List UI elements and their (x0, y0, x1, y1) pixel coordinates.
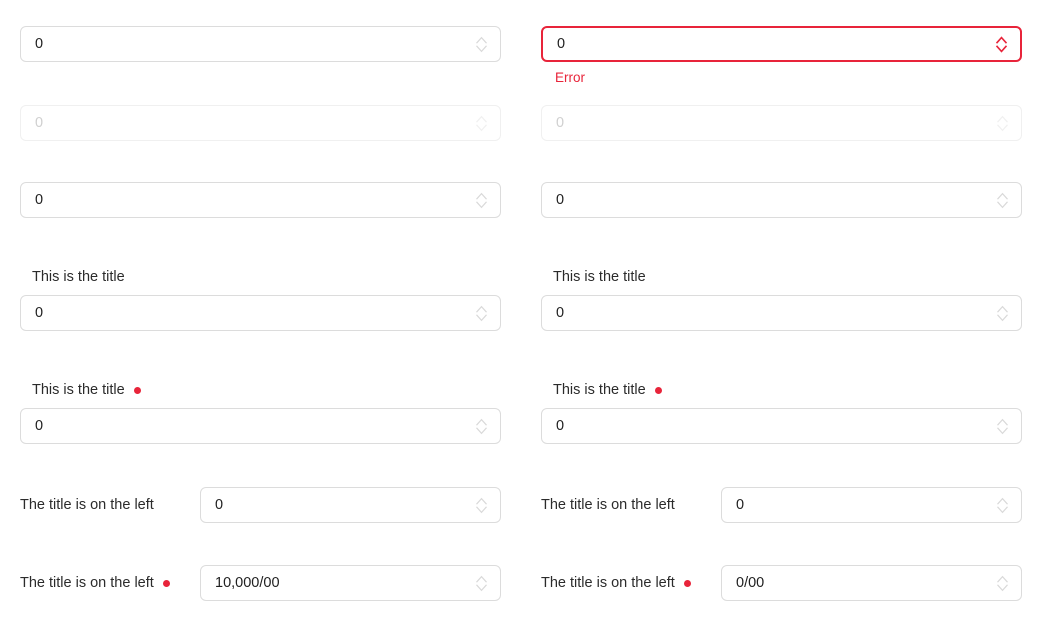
inline-field-row: The title is on the left (541, 565, 1022, 601)
number-stepper-icon (994, 113, 1010, 133)
number-input-value[interactable] (542, 296, 1021, 330)
column-right: This is the title (521, 268, 1042, 331)
inline-field-row: The title is on the left (20, 487, 501, 523)
row-inline-required: The title is on the left 10,000/00 The t… (0, 565, 1043, 601)
column-right (521, 182, 1042, 218)
inline-field-control (200, 487, 501, 523)
field-title: This is the title (20, 268, 501, 286)
column-left: The title is on the left (0, 565, 521, 601)
column-right: Error (521, 26, 1042, 86)
number-stepper-icon[interactable] (473, 416, 489, 436)
row-titled: This is the title This is the title (0, 268, 1043, 331)
row-plain (0, 182, 1043, 218)
number-stepper-icon[interactable] (994, 495, 1010, 515)
inline-field-label: The title is on the left (20, 496, 200, 514)
number-input-value[interactable] (21, 27, 500, 61)
number-input-value[interactable] (722, 566, 1021, 600)
number-input-inline-required-left[interactable] (200, 565, 501, 601)
number-stepper-icon[interactable] (473, 495, 489, 515)
number-input-value (542, 106, 1021, 140)
number-input-disabled-right (541, 105, 1022, 141)
number-input-showcase: Error (0, 0, 1043, 633)
error-message: Error (555, 70, 585, 85)
row-titled-required: This is the title This is the title (0, 381, 1043, 444)
number-input-value[interactable] (543, 28, 1020, 60)
number-input-value[interactable] (21, 183, 500, 217)
column-left: This is the title (0, 268, 521, 331)
required-indicator-icon (133, 386, 141, 394)
inline-field-label-text: The title is on the left (20, 575, 154, 591)
inline-field-label: The title is on the left (541, 574, 721, 592)
number-input-default-left[interactable] (20, 26, 501, 62)
column-right: The title is on the left (521, 487, 1042, 523)
number-stepper-icon[interactable] (994, 190, 1010, 210)
inline-field-row: The title is on the left (541, 487, 1022, 523)
column-left (0, 105, 521, 141)
field-title-text: This is the title (553, 269, 646, 285)
number-input-value[interactable] (201, 566, 500, 600)
number-stepper-icon (473, 113, 489, 133)
field-title-text: This is the title (32, 269, 125, 285)
inline-field-label: The title is on the left (20, 574, 200, 592)
inline-field-control (721, 487, 1022, 523)
number-input-plain-left[interactable] (20, 182, 501, 218)
field-title: This is the title (541, 381, 1022, 399)
number-input-titled-right[interactable] (541, 295, 1022, 331)
inline-field-control (200, 565, 501, 601)
column-left (0, 26, 521, 86)
number-input-value[interactable] (542, 183, 1021, 217)
inline-field-label: The title is on the left (541, 496, 721, 514)
column-right: This is the title (521, 381, 1042, 444)
required-indicator-icon (654, 386, 662, 394)
number-input-titled-left[interactable] (20, 295, 501, 331)
field-title-text: This is the title (32, 382, 125, 398)
number-stepper-icon[interactable] (473, 34, 489, 54)
number-stepper-icon[interactable] (473, 190, 489, 210)
column-left: This is the title (0, 381, 521, 444)
column-left: The title is on the left (0, 487, 521, 523)
number-stepper-icon[interactable] (994, 573, 1010, 593)
number-input-required-left[interactable] (20, 408, 501, 444)
inline-field-label-text: The title is on the left (20, 497, 154, 513)
number-input-inline-right[interactable] (721, 487, 1022, 523)
number-input-value (21, 106, 500, 140)
row-disabled (0, 105, 1043, 141)
inline-field-label-text: The title is on the left (541, 497, 675, 513)
number-input-required-right[interactable] (541, 408, 1022, 444)
row-default: Error (0, 26, 1043, 86)
field-title-text: This is the title (553, 382, 646, 398)
row-inline: The title is on the left 0 The title is … (0, 487, 1043, 523)
number-input-value[interactable] (542, 409, 1021, 443)
inline-field-label-text: The title is on the left (541, 575, 675, 591)
number-input-value[interactable] (21, 296, 500, 330)
column-right: The title is on the left (521, 565, 1042, 601)
number-stepper-icon[interactable] (993, 34, 1009, 54)
column-right (521, 105, 1042, 141)
number-stepper-icon[interactable] (994, 416, 1010, 436)
number-input-inline-required-right[interactable] (721, 565, 1022, 601)
inline-field-row: The title is on the left (20, 565, 501, 601)
field-title: This is the title (541, 268, 1022, 286)
number-input-value[interactable] (201, 488, 500, 522)
required-indicator-icon (162, 579, 170, 587)
required-indicator-icon (683, 579, 691, 587)
field-title: This is the title (20, 381, 501, 399)
number-input-value[interactable] (722, 488, 1021, 522)
number-input-disabled-left (20, 105, 501, 141)
number-stepper-icon[interactable] (994, 303, 1010, 323)
number-input-inline-left[interactable] (200, 487, 501, 523)
number-stepper-icon[interactable] (473, 303, 489, 323)
inline-field-control (721, 565, 1022, 601)
number-input-error-right[interactable] (541, 26, 1022, 62)
number-input-plain-right[interactable] (541, 182, 1022, 218)
number-input-value[interactable] (21, 409, 500, 443)
number-stepper-icon[interactable] (473, 573, 489, 593)
column-left (0, 182, 521, 218)
